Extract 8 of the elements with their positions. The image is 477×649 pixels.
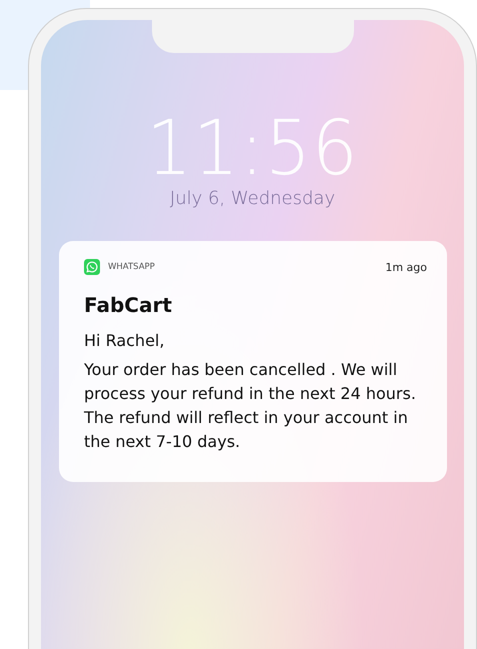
- clock-date: July 6, Wednesday: [170, 188, 336, 209]
- notification-time: 1m ago: [385, 260, 427, 274]
- app-name: WHATSAPP: [108, 262, 155, 272]
- greeting-text: Hi Rachel,: [84, 331, 166, 350]
- message-text: Your order has been cancelled . We will process your refund in the next 24 hours. The refund will reflect in your account in the next 7-10 days.: [84, 359, 417, 453]
- chat-bubble-icon: [84, 259, 100, 275]
- notification-card[interactable]: WHATSAPP 1m ago FabCart Hi Rachel, Your order has been cancelled . We will process your refund in the next 24 hours. The refund will reflect in your account in the next 7-10 days.: [59, 241, 447, 482]
- notification-title: FabCart: [84, 293, 173, 317]
